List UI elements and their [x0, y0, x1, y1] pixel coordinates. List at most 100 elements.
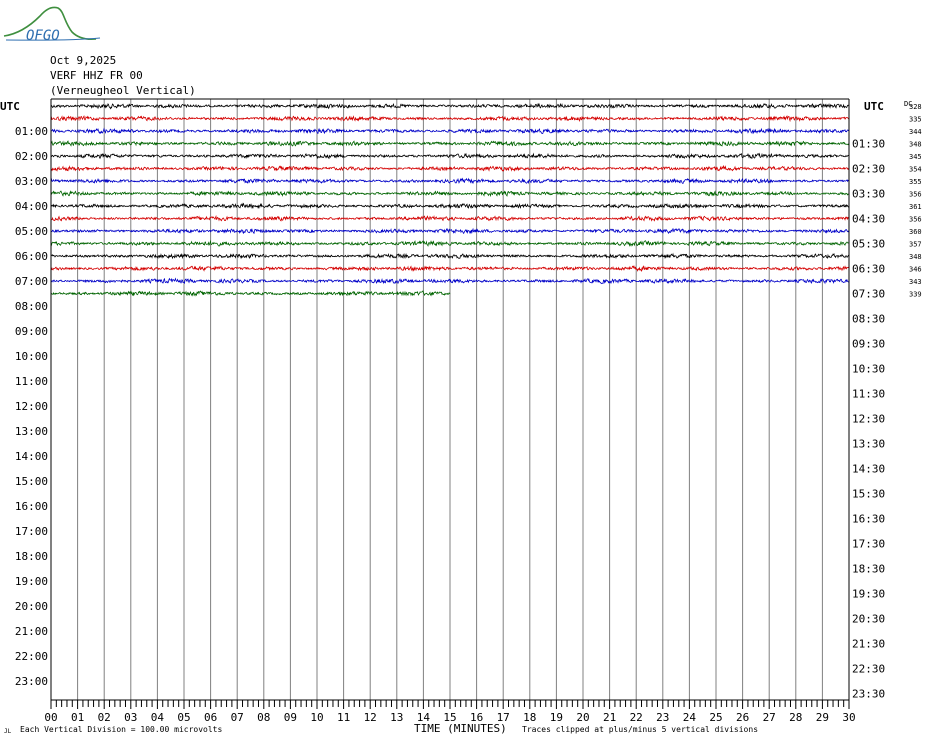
x-tick-label: 01 — [71, 711, 84, 724]
x-tick-label: 25 — [709, 711, 722, 724]
corner-mark: JL — [4, 728, 12, 735]
left-hour-label: 04:00 — [15, 200, 48, 213]
left-hour-label: 01:00 — [15, 125, 48, 138]
trace-row — [50, 290, 451, 297]
x-tick-label: 08 — [257, 711, 270, 724]
scale-note: Each Vertical Division = 100.00 microvol… — [20, 725, 222, 734]
dc-offset-label: 328 — [909, 103, 922, 111]
x-tick-label: 29 — [816, 711, 829, 724]
right-hour-label: 14:30 — [852, 463, 885, 476]
left-hour-label: 19:00 — [15, 575, 48, 588]
right-hour-label: 02:30 — [852, 163, 885, 176]
left-hour-label: 09:00 — [15, 325, 48, 338]
dc-offset-label: 348 — [909, 253, 922, 261]
right-hour-label: 10:30 — [852, 363, 885, 376]
right-hour-label: 01:30 — [852, 138, 885, 151]
x-tick-label: 19 — [550, 711, 563, 724]
right-hour-label: 19:30 — [852, 588, 885, 601]
right-hour-label: 17:30 — [852, 538, 885, 551]
left-axis-title: UTC — [0, 100, 20, 113]
x-tick-label: 12 — [364, 711, 377, 724]
dc-offset-label: 361 — [909, 203, 922, 211]
helicorder-chart: 00 01 02 03 04 05 06 07 08 09 10 11 12 13 14 15 16 17 18 19… — [0, 98, 922, 735]
left-hour-label: 07:00 — [15, 275, 48, 288]
left-hour-label: 15:00 — [15, 475, 48, 488]
dc-offset-label: 355 — [909, 178, 922, 186]
x-tick-label: 21 — [603, 711, 616, 724]
left-hour-label: 10:00 — [15, 350, 48, 363]
left-hour-label: 17:00 — [15, 525, 48, 538]
x-tick-label: 24 — [683, 711, 697, 724]
clip-note: Traces clipped at plus/minus 5 vertical … — [522, 725, 758, 734]
right-hour-label: 13:30 — [852, 438, 885, 451]
right-hour-label: 23:30 — [852, 688, 885, 701]
x-tick-label: 09 — [284, 711, 297, 724]
x-tick-label: 27 — [763, 711, 776, 724]
dc-offset-label: 346 — [909, 266, 922, 274]
x-tick-label: 18 — [523, 711, 536, 724]
left-hour-label: 08:00 — [15, 300, 48, 313]
x-tick-label: 23 — [656, 711, 669, 724]
x-tick-label: 04 — [151, 711, 165, 724]
left-hour-label: 23:00 — [15, 675, 48, 688]
x-tick-label: 10 — [310, 711, 323, 724]
x-tick-label: 07 — [231, 711, 244, 724]
right-hour-label: 04:30 — [852, 213, 885, 226]
x-tick-label: 00 — [44, 711, 57, 724]
dc-offset-label: 343 — [909, 278, 922, 286]
right-hour-label: 15:30 — [852, 488, 885, 501]
right-hour-label: 09:30 — [852, 338, 885, 351]
x-tick-label: 30 — [842, 711, 855, 724]
x-tick-label: 05 — [177, 711, 190, 724]
left-hour-label: 02:00 — [15, 150, 48, 163]
labels: 00 01 02 03 04 05 06 07 08 09 10 11 12 13 14 15 16 17 18 19… — [0, 100, 922, 735]
dc-offset-label: 344 — [909, 128, 922, 136]
left-hour-label: 06:00 — [15, 250, 48, 263]
left-hour-label: 21:00 — [15, 625, 48, 638]
left-hour-label: 03:00 — [15, 175, 48, 188]
right-hour-label: 07:30 — [852, 288, 885, 301]
right-hour-label: 21:30 — [852, 638, 885, 651]
x-axis-title: TIME (MINUTES) — [414, 722, 507, 735]
dc-offset-label: 339 — [909, 291, 922, 299]
dc-offset-label: 357 — [909, 241, 922, 249]
right-axis-title: UTC — [864, 100, 884, 113]
grid — [77, 99, 823, 700]
right-hour-label: 12:30 — [852, 413, 885, 426]
dc-offset-label: 360 — [909, 228, 922, 236]
x-tick-label: 02 — [98, 711, 111, 724]
left-hour-label: 20:00 — [15, 600, 48, 613]
helicorder-page: OFGO Oct 9,2025 VERF HHZ FR 00 (Verneugh… — [0, 0, 930, 744]
dc-offset-label: 335 — [909, 116, 922, 124]
left-hour-label: 13:00 — [15, 425, 48, 438]
dc-offset-label: 345 — [909, 153, 922, 161]
right-hour-label: 22:30 — [852, 663, 885, 676]
left-hour-label: 18:00 — [15, 550, 48, 563]
left-hour-label: 12:00 — [15, 400, 48, 413]
dc-offset-label: 348 — [909, 141, 922, 149]
x-tick-label: 03 — [124, 711, 137, 724]
left-hour-label: 11:00 — [15, 375, 48, 388]
x-tick-label: 28 — [789, 711, 802, 724]
right-hour-label: 03:30 — [852, 188, 885, 201]
dc-offset-label: 356 — [909, 191, 922, 199]
right-hour-label: 16:30 — [852, 513, 885, 526]
dc-offset-label: 354 — [909, 166, 922, 174]
right-hour-label: 06:30 — [852, 263, 885, 276]
x-tick-label: 13 — [390, 711, 403, 724]
left-hour-label: 22:00 — [15, 650, 48, 663]
right-hour-label: 18:30 — [852, 563, 885, 576]
x-tick-label: 06 — [204, 711, 217, 724]
dc-offset-label: 356 — [909, 216, 922, 224]
left-hour-label: 14:00 — [15, 450, 48, 463]
right-hour-label: 11:30 — [852, 388, 885, 401]
right-hour-label: 20:30 — [852, 613, 885, 626]
x-tick-label: 11 — [337, 711, 350, 724]
left-hour-label: 16:00 — [15, 500, 48, 513]
x-tick-label: 20 — [576, 711, 589, 724]
x-tick-label: 22 — [630, 711, 643, 724]
left-hour-label: 05:00 — [15, 225, 48, 238]
right-hour-label: 08:30 — [852, 313, 885, 326]
x-tick-label: 26 — [736, 711, 749, 724]
right-hour-label: 05:30 — [852, 238, 885, 251]
